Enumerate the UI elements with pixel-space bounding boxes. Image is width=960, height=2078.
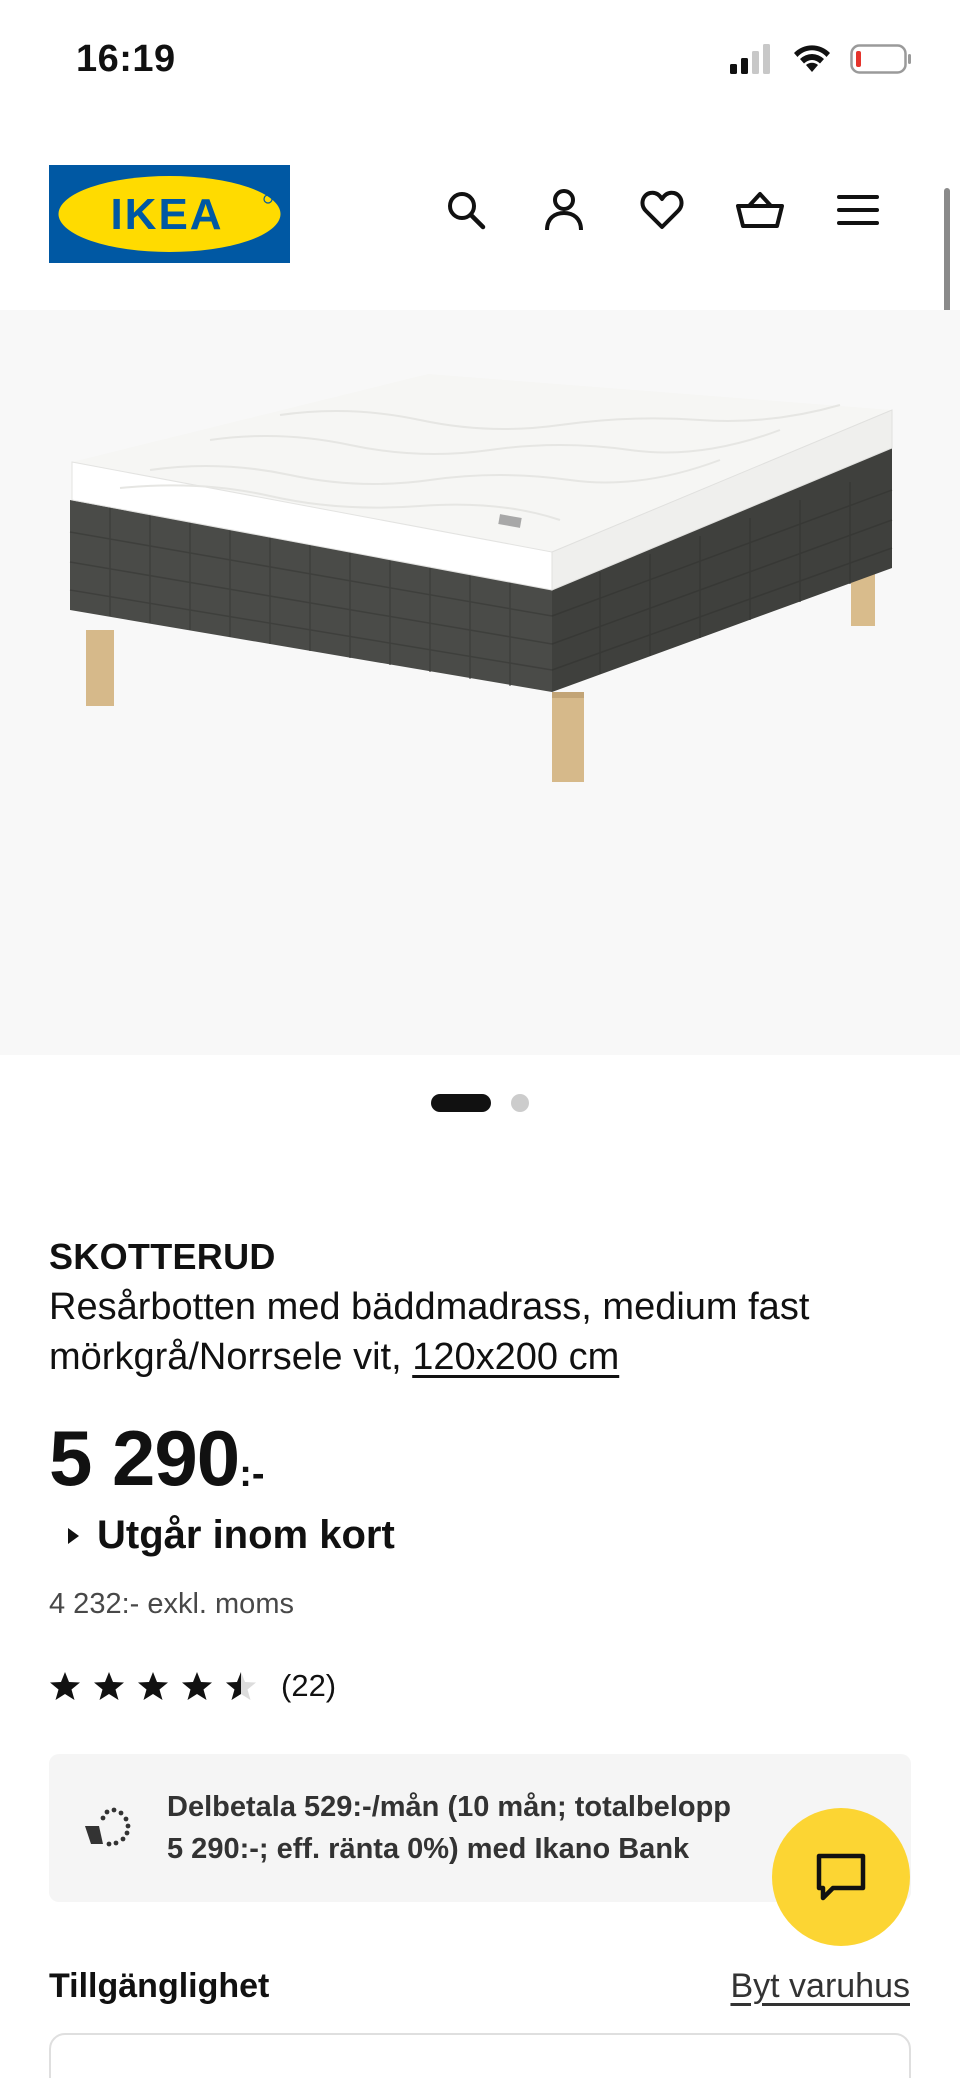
star-full-icon <box>138 1672 168 1700</box>
caret-right-icon <box>68 1527 79 1544</box>
cellular-signal-icon <box>730 44 770 74</box>
price-suffix: :- <box>239 1453 265 1495</box>
carousel-dot-active[interactable] <box>431 1094 491 1112</box>
availability-title: Tillgänglighet <box>49 1967 270 2005</box>
star-full-icon <box>50 1672 80 1700</box>
availability-box[interactable] <box>49 2033 911 2078</box>
carousel-indicator <box>0 1093 960 1113</box>
discontinued-toggle[interactable]: Utgår inom kort <box>68 1513 395 1558</box>
price-excl-vat: 4 232:- exkl. moms <box>49 1588 294 1620</box>
status-time: 16:19 <box>76 38 176 80</box>
financing-line2: 5 290:-; eff. ränta 0%) med Ikano Bank <box>167 1833 690 1865</box>
ikea-logo[interactable]: IKEA <box>49 165 290 263</box>
rating-stars <box>49 1671 257 1701</box>
financing-text: Delbetala 529:-/mån (10 mån; totalbelopp… <box>167 1786 807 1870</box>
header-icons <box>440 184 884 236</box>
search-button[interactable] <box>440 184 492 236</box>
carousel-dot[interactable] <box>511 1094 529 1112</box>
price-integer: 5 290 <box>49 1414 240 1502</box>
change-store-link[interactable]: Byt varuhus <box>730 1967 910 2006</box>
product-description-line2: mörkgrå/Norrsele vit, <box>49 1336 402 1378</box>
bed-illustration <box>69 374 893 782</box>
star-half-icon <box>226 1672 256 1700</box>
financing-line1: Delbetala 529:-/mån (10 mån; totalbelopp <box>167 1791 732 1823</box>
cart-button[interactable] <box>734 184 786 236</box>
review-count: (22) <box>281 1668 337 1703</box>
product-description: Resårbotten med bäddmadrass, medium fast… <box>49 1282 919 1382</box>
user-icon <box>545 189 583 231</box>
menu-icon <box>837 195 879 225</box>
wifi-icon <box>794 45 830 72</box>
battery-icon <box>850 44 911 74</box>
heart-icon <box>640 190 684 229</box>
status-icons <box>730 44 912 74</box>
favorites-button[interactable] <box>636 184 688 236</box>
product-image[interactable] <box>0 310 960 1055</box>
cart-icon <box>736 192 784 228</box>
status-bar: 16:19 <box>0 0 960 120</box>
product-size-link[interactable]: 120x200 cm <box>412 1336 619 1378</box>
product-description-line1: Resårbotten med bäddmadrass, medium fast <box>49 1286 810 1328</box>
chat-bubble-icon <box>816 1853 866 1901</box>
installment-icon <box>85 1807 131 1847</box>
star-full-icon <box>182 1672 212 1700</box>
product-name: SKOTTERUD <box>49 1236 276 1277</box>
product-rating[interactable]: (22) <box>49 1668 336 1704</box>
star-full-icon <box>94 1672 124 1700</box>
discontinued-label: Utgår inom kort <box>97 1513 395 1557</box>
chat-button[interactable] <box>772 1808 910 1946</box>
logo-text: IKEA <box>110 190 223 239</box>
product-price: 5 290 :- <box>49 1413 265 1503</box>
search-icon <box>448 192 486 230</box>
menu-button[interactable] <box>832 184 884 236</box>
site-header: IKEA <box>0 160 960 270</box>
profile-button[interactable] <box>538 184 590 236</box>
